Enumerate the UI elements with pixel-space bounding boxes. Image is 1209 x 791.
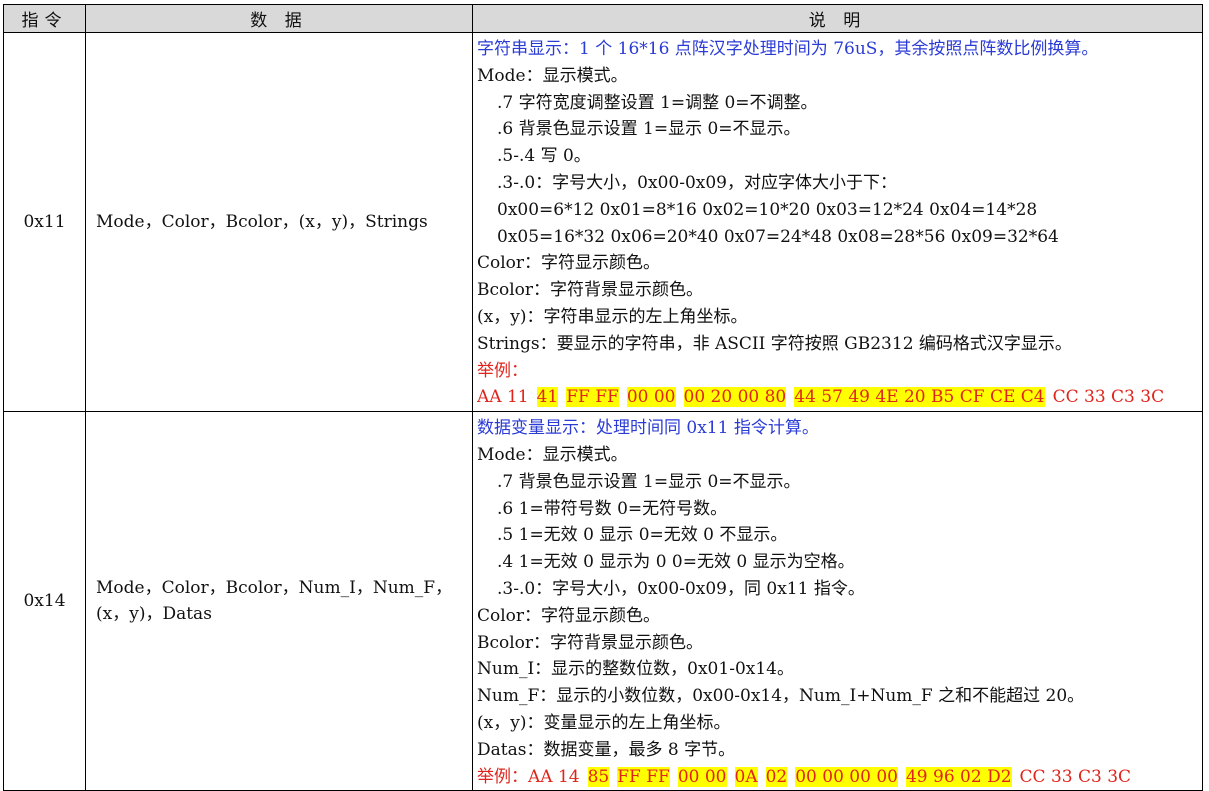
cmd-data-line: Mode，Color，Bcolor，Num_I，Num_F， [96,578,453,599]
example-plain-start: AA 11 [477,387,529,408]
example-highlight: 41 [536,387,559,408]
desc-line: 0x00=6*12 0x01=8*16 0x02=10*20 0x03=12*2… [497,199,1038,220]
example-highlight: 49 96 02 D2 [905,766,1012,787]
cmd-code: 0x11 [3,31,86,413]
desc-line: Mode：显示模式。 [477,65,628,86]
desc-line: .6 1=带符号数 0=无符号数。 [497,498,728,519]
example-highlight: FF FF [617,766,670,787]
header-desc: 说 明 [472,4,1203,33]
desc-line: .5-.4 写 0。 [497,146,591,167]
desc-line: Color：字符显示颜色。 [477,253,661,274]
desc-line: (x，y)：字符串显示的左上角坐标。 [477,306,748,327]
desc-line: Num_I：显示的整数位数，0x01-0x14。 [477,659,794,680]
desc-line: .3-.0：字号大小，0x00-0x09，同 0x11 指令。 [497,578,865,599]
desc-title: 字符串显示：1 个 16*16 点阵汉字处理时间为 76uS，其余按照点阵数比例… [477,39,1099,59]
cmd-data: Mode，Color，Bcolor，Num_I，Num_F， (x，y)，Dat… [85,411,473,791]
header-row: 指令 数 据 说 明 [3,4,1203,33]
desc-line: (x，y)：变量显示的左上角坐标。 [477,712,731,733]
desc-line: .7 背景色显示设置 1=显示 0=不显示。 [497,471,801,492]
example-label: 举例： [477,360,528,381]
desc-line: .7 字符宽度调整设置 1=调整 0=不调整。 [497,92,818,113]
example-highlight: 0A [734,766,758,787]
desc-line: .3-.0：字号大小，0x00-0x09，对应字体大小于下： [497,172,897,193]
desc-line: Strings：要显示的字符串，非 ASCII 字符按照 GB2312 编码格式… [477,333,1072,354]
example-bytes: 举例：AA 14 85 FF FF 00 00 0A 02 00 00 00 00 49 96… [477,764,1202,790]
example-label: 举例： [477,766,528,787]
header-cmd: 指令 [3,4,86,33]
desc-line: 0x05=16*32 0x06=20*40 0x07=24*48 0x08=28… [497,226,1059,247]
desc-line: Mode：显示模式。 [477,444,628,465]
example-bytes: AA 11 41 FF FF 00 00 00 20 00 80 44 57 49 4E … [477,384,1202,410]
example-highlight: FF FF [566,387,619,408]
desc-line: Num_F：显示的小数位数，0x00-0x14，Num_I+Num_F 之和不能… [477,686,1085,707]
example-plain-end: CC 33 C3 3C [1052,387,1165,408]
table-row-0x14: 0x14 Mode，Color，Bcolor，Num_I，Num_F， (x，y… [3,411,1203,791]
table-row-0x11: 0x11 Mode，Color，Bcolor，(x，y)，Strings 字符串… [3,31,1203,413]
cmd-desc: 数据变量显示：处理时间同 0x11 指令计算。 Mode：显示模式。 .7 背景… [472,411,1203,791]
desc-line: .4 1=无效 0 显示为 0 0=无效 0 显示为空格。 [497,552,855,573]
example-highlight: 00 00 [677,766,727,787]
example-highlight: 02 [765,766,788,787]
cmd-data: Mode，Color，Bcolor，(x，y)，Strings [85,31,473,413]
desc-line: Bcolor：字符背景显示颜色。 [477,632,704,653]
example-highlight: 85 [587,766,610,787]
example-plain-start: AA 14 [528,766,580,787]
desc-line: Datas：数据变量，最多 8 字节。 [477,739,736,760]
example-highlight: 00 00 [626,387,676,408]
example-highlight: 00 20 00 80 [683,387,787,408]
desc-line: Bcolor：字符背景显示颜色。 [477,280,704,301]
header-data: 数 据 [85,4,473,33]
example-highlight: 00 00 00 00 [795,766,898,787]
desc-title: 数据变量显示：处理时间同 0x11 指令计算。 [477,418,819,439]
desc-line: .6 背景色显示设置 1=显示 0=不显示。 [497,119,801,140]
command-table: 指令 数 据 说 明 0x11 Mode，Color，Bcolor，(x，y)，… [3,4,1203,791]
desc-line: Color：字符显示颜色。 [477,605,661,626]
example-plain-end: CC 33 C3 3C [1019,766,1132,787]
cmd-desc: 字符串显示：1 个 16*16 点阵汉字处理时间为 76uS，其余按照点阵数比例… [472,31,1203,413]
example-highlight: 44 57 49 4E 20 B5 CF CE C4 [794,387,1045,408]
desc-line: .5 1=无效 0 显示 0=无效 0 不显示。 [497,525,788,546]
cmd-code: 0x14 [3,411,86,791]
cmd-data-line: (x，y)，Datas [96,604,212,625]
